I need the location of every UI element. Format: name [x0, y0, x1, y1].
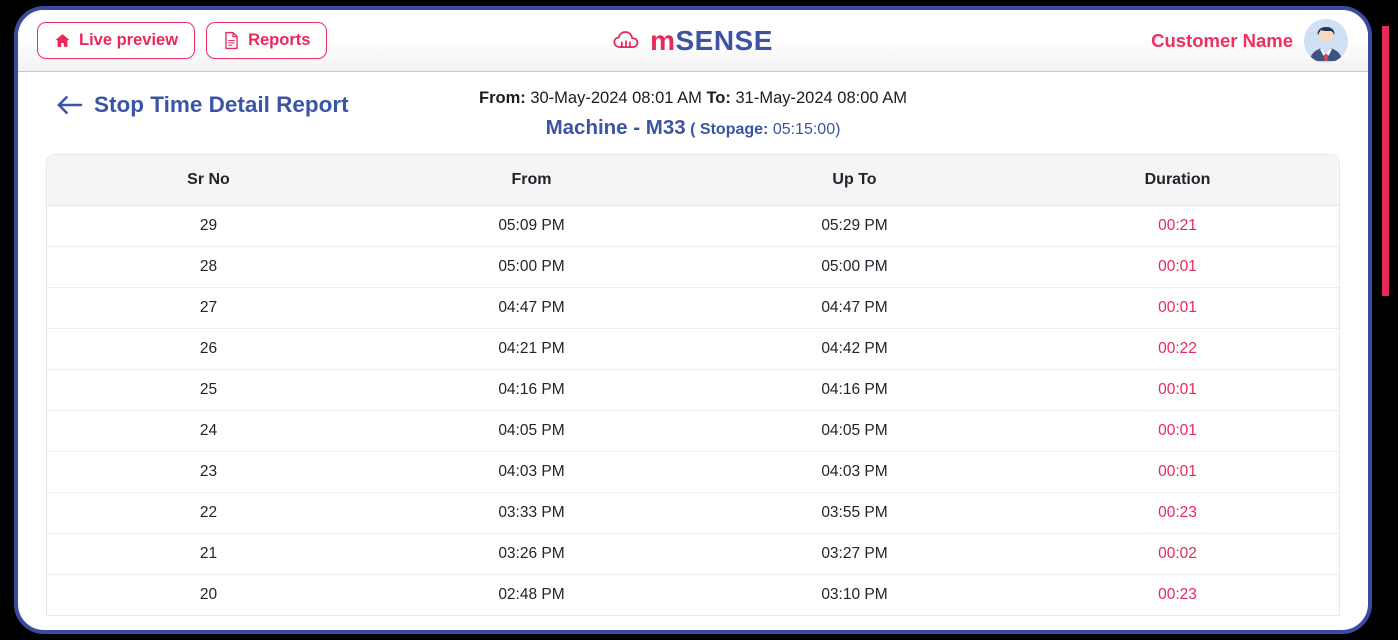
cell-up-to: 04:05 PM	[693, 409, 1016, 451]
logo-text: mSENSE	[650, 24, 773, 56]
cell-from: 04:05 PM	[370, 409, 693, 451]
cell-sr-no: 24	[47, 409, 370, 451]
page-scrollbar-thumb[interactable]	[1382, 26, 1389, 296]
reports-button[interactable]: Reports	[206, 22, 328, 59]
column-header-sr-no[interactable]: Sr No	[47, 155, 370, 205]
column-header-from[interactable]: From	[370, 155, 693, 205]
stop-time-table: Sr No From Up To Duration 29 05:09 PM 05:2…	[47, 155, 1339, 615]
cell-from: 05:00 PM	[370, 245, 693, 287]
machine-summary: Machine - M33 ( Stopage: 05:15:00)	[18, 114, 1368, 143]
logo-m: m	[650, 24, 676, 56]
from-label: From:	[478, 89, 526, 107]
cell-sr-no: 22	[47, 491, 370, 533]
cell-duration: 00:01	[1016, 450, 1339, 492]
report-meta: From: 30-May-2024 08:01 AM To: 31-May-20…	[18, 86, 1368, 142]
cell-sr-no: 20	[47, 573, 370, 615]
cell-up-to: 05:29 PM	[693, 204, 1016, 246]
cell-from: 04:16 PM	[370, 368, 693, 410]
device-frame: Live preview Reports mSENSE Customer Nam…	[14, 6, 1372, 634]
report-title-row: Stop Time Detail Report From: 30-May-202…	[18, 72, 1368, 154]
cell-from: 02:48 PM	[370, 573, 693, 615]
from-value: 30-May-2024 08:01 AM	[530, 89, 702, 107]
table-row[interactable]: 29 05:09 PM 05:29 PM 00:21	[47, 204, 1339, 246]
cell-sr-no: 26	[47, 327, 370, 369]
cell-sr-no: 21	[47, 532, 370, 574]
table-row[interactable]: 20 02:48 PM 03:10 PM 00:23	[47, 573, 1339, 615]
cell-sr-no: 29	[47, 204, 370, 246]
cell-up-to: 03:27 PM	[693, 532, 1016, 574]
cell-duration: 00:21	[1016, 204, 1339, 246]
table-row[interactable]: 25 04:16 PM 04:16 PM 00:01	[47, 368, 1339, 410]
table-row[interactable]: 28 05:00 PM 05:00 PM 00:01	[47, 245, 1339, 287]
cell-from: 04:47 PM	[370, 286, 693, 328]
stop-time-table-card: Sr No From Up To Duration 29 05:09 PM 05:2…	[46, 154, 1340, 616]
table-row[interactable]: 27 04:47 PM 04:47 PM 00:01	[47, 286, 1339, 328]
cell-duration: 00:01	[1016, 286, 1339, 328]
avatar[interactable]	[1304, 18, 1348, 63]
cell-up-to: 04:16 PM	[693, 368, 1016, 410]
cell-sr-no: 25	[47, 368, 370, 410]
table-header-row: Sr No From Up To Duration	[47, 155, 1339, 205]
cell-duration: 00:22	[1016, 327, 1339, 369]
cell-from: 05:09 PM	[370, 204, 693, 246]
cell-from: 03:26 PM	[370, 532, 693, 574]
table-body: 29 05:09 PM 05:29 PM 00:21 28 05:00 PM 05:00 P…	[47, 204, 1339, 615]
cell-duration: 00:23	[1016, 573, 1339, 615]
cloud-icon	[613, 30, 643, 52]
table-row[interactable]: 22 03:33 PM 03:55 PM 00:23	[47, 491, 1339, 533]
customer-name: Customer Name	[1151, 29, 1293, 51]
cell-up-to: 04:42 PM	[693, 327, 1016, 369]
machine-name: Machine - M33	[545, 115, 686, 139]
table-row[interactable]: 26 04:21 PM 04:42 PM 00:22	[47, 327, 1339, 369]
cell-from: 04:21 PM	[370, 327, 693, 369]
stopage-value: 05:15:00)	[772, 120, 841, 138]
table-row[interactable]: 24 04:05 PM 04:05 PM 00:01	[47, 409, 1339, 451]
cell-from: 04:03 PM	[370, 450, 693, 492]
cell-from: 03:33 PM	[370, 491, 693, 533]
app-header: Live preview Reports mSENSE Customer Nam…	[18, 10, 1368, 72]
cell-up-to: 03:10 PM	[693, 573, 1016, 615]
live-preview-button[interactable]: Live preview	[37, 22, 196, 59]
table-row[interactable]: 21 03:26 PM 03:27 PM 00:02	[47, 532, 1339, 574]
cell-up-to: 05:00 PM	[693, 245, 1016, 287]
reports-label: Reports	[248, 31, 311, 49]
table-head: Sr No From Up To Duration	[47, 155, 1339, 205]
user-area[interactable]: Customer Name	[1151, 18, 1348, 63]
cell-up-to: 04:03 PM	[693, 450, 1016, 492]
document-icon	[223, 31, 240, 50]
cell-up-to: 04:47 PM	[693, 286, 1016, 328]
cell-duration: 00:01	[1016, 368, 1339, 410]
to-value: 31-May-2024 08:00 AM	[735, 89, 908, 107]
date-range: From: 30-May-2024 08:01 AM To: 31-May-20…	[18, 86, 1368, 111]
cell-duration: 00:01	[1016, 409, 1339, 451]
cell-sr-no: 27	[47, 286, 370, 328]
cell-duration: 00:01	[1016, 245, 1339, 287]
home-icon	[54, 32, 71, 49]
cell-up-to: 03:55 PM	[693, 491, 1016, 533]
cell-duration: 00:23	[1016, 491, 1339, 533]
logo-sense: SENSE	[675, 24, 773, 56]
to-label: To:	[706, 89, 731, 107]
column-header-up-to[interactable]: Up To	[693, 155, 1016, 205]
cell-sr-no: 28	[47, 245, 370, 287]
column-header-duration[interactable]: Duration	[1016, 155, 1339, 205]
table-row[interactable]: 23 04:03 PM 04:03 PM 00:01	[47, 450, 1339, 492]
cell-duration: 00:02	[1016, 532, 1339, 574]
cell-sr-no: 23	[47, 450, 370, 492]
live-preview-label: Live preview	[79, 31, 179, 49]
stopage-label: ( Stopage:	[690, 120, 769, 138]
